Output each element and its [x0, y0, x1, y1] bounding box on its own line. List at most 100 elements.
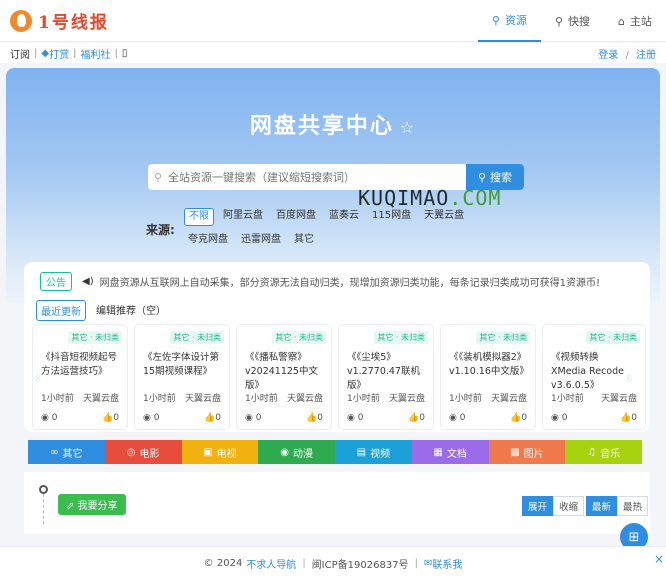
like-count[interactable]: 👍0	[408, 413, 425, 423]
source-option[interactable]: 百度网盘	[272, 208, 320, 226]
share-icon: ⬀	[66, 501, 78, 512]
icp-link[interactable]: 闽ICP备19026837号	[312, 556, 409, 571]
search-button-label: 搜索	[490, 171, 513, 184]
category-other[interactable]: ∞ 其它	[28, 440, 105, 464]
source-option[interactable]: 115网盘	[368, 208, 415, 226]
card-title[interactable]: 《《装机模拟器2》v1.10.16中文版》	[449, 351, 531, 379]
category-music[interactable]: ♫ 音乐	[565, 440, 642, 464]
card-disk: 天翼云盘	[184, 394, 221, 404]
tab-recent[interactable]: 最近更新	[36, 300, 86, 321]
reward-link[interactable]: 打赏	[49, 46, 69, 61]
source-option[interactable]: 不限	[184, 208, 214, 226]
nav-quick-search[interactable]: ⚲ 快搜	[541, 0, 604, 42]
view-count: ◉ 0	[551, 413, 567, 423]
site-link[interactable]: 不求人导航	[246, 556, 296, 571]
subscribe-link[interactable]: 订阅	[10, 46, 30, 61]
like-count[interactable]: 👍0	[204, 413, 221, 423]
like-count[interactable]: 👍0	[102, 413, 119, 423]
eye-icon: ◉	[551, 413, 559, 423]
view-count-value: 0	[51, 413, 58, 423]
resource-card[interactable]: 其它 · 未归类 《抖音短视频起号方法运营技巧》 1小时前 天翼云盘 ◉ 0 👍…	[32, 324, 128, 430]
notice-tag: 公告	[40, 272, 72, 291]
card-title[interactable]: 《《尘埃5》v1.2770.47联机版》	[347, 351, 429, 393]
home-icon: ⌂	[618, 14, 625, 28]
thumb-icon: 👍	[306, 413, 318, 423]
source-option[interactable]: 其它	[290, 232, 318, 248]
nav-quick-search-label: 快搜	[568, 15, 591, 28]
category-video[interactable]: ▤ 视频	[335, 440, 412, 464]
source-option[interactable]: 迅雷网盘	[237, 232, 285, 248]
resource-card[interactable]: 其它 · 未归类 《《尘埃5》v1.2770.47联机版》 1小时前 天翼云盘 …	[338, 324, 434, 430]
category-image[interactable]: ▩ 图片	[488, 440, 566, 464]
card-title[interactable]: 《左佐字体设计第15期视频课程》	[143, 351, 225, 379]
share-label: 我要分享	[77, 501, 118, 512]
expand-toggle: 展开 收缩	[522, 496, 585, 516]
phone-icon[interactable]: ▯	[122, 48, 128, 59]
benefit-link[interactable]: 福利社	[80, 46, 110, 61]
login-link[interactable]: 登录	[598, 50, 618, 61]
card-time: 1小时前	[449, 394, 482, 404]
view-count: ◉ 0	[143, 413, 159, 423]
like-count[interactable]: 👍0	[620, 413, 637, 423]
page-title: 网盘共享中心 ☆	[6, 108, 660, 140]
card-title[interactable]: 《《播私警察》v20241125中文版》	[245, 351, 327, 393]
sort-hottest-button[interactable]: 最热	[617, 496, 649, 516]
card-disk: 天翼云盘	[286, 394, 323, 404]
notice-text: 网盘资源从互联网上自动采集，部分资源无法自动归类，现增加资源归类功能，每条记录归…	[99, 278, 600, 289]
star-icon[interactable]: ☆	[400, 118, 416, 137]
nav-main-site[interactable]: ⌂ 主站	[604, 0, 666, 42]
document-icon: ▦	[433, 446, 443, 458]
source-option[interactable]: 阿里云盘	[219, 208, 267, 226]
card-title[interactable]: 《抖音短视频起号方法运营技巧》	[41, 351, 123, 379]
category-badge: 其它 · 未归类	[374, 331, 428, 344]
share-button[interactable]: ⬀ 我要分享	[58, 494, 126, 515]
eye-icon: ◉	[143, 413, 151, 423]
category-label: 图片	[523, 448, 544, 460]
card-title[interactable]: 《视频转换XMedia Recode v3.6.0.5》	[551, 351, 633, 393]
category-badge: 其它 · 未归类	[68, 331, 122, 344]
thumb-icon: 👍	[620, 413, 632, 423]
resource-card[interactable]: 其它 · 未归类 《左佐字体设计第15期视频课程》 1小时前 天翼云盘 ◉ 0 …	[134, 324, 230, 430]
divider: |	[114, 47, 118, 59]
nav-resources-label: 资源	[504, 14, 527, 27]
expand-button[interactable]: 展开	[522, 496, 554, 516]
speaker-icon: ◀)	[82, 276, 94, 287]
like-count[interactable]: 👍0	[510, 413, 527, 423]
close-icon[interactable]: ×	[654, 552, 664, 566]
category-label: 文档	[446, 448, 467, 460]
tab-editor-pick[interactable]: 编辑推荐（空）	[92, 300, 170, 321]
chevron-right-icon[interactable]: ›	[626, 368, 632, 387]
site-logo[interactable]: 1号线报	[10, 8, 109, 33]
resource-card[interactable]: 其它 · 未归类 《《播私警察》v20241125中文版》 1小时前 天翼云盘 …	[236, 324, 332, 430]
resource-icon: ⚲	[491, 13, 500, 27]
search-button-icon: ⚲	[477, 170, 487, 184]
like-count-value: 0	[317, 413, 323, 423]
image-icon: ▩	[510, 446, 520, 458]
view-count: ◉ 0	[41, 413, 57, 423]
timeline-section: ⬀ 我要分享 展开 收缩 最新 最热	[24, 472, 650, 534]
category-document[interactable]: ▦ 文档	[411, 440, 489, 464]
category-anime[interactable]: ◉ 动漫	[258, 440, 335, 464]
resource-card[interactable]: 其它 · 未归类 《《装机模拟器2》v1.10.16中文版》 1小时前 天翼云盘…	[440, 324, 536, 430]
view-count-value: 0	[357, 413, 364, 423]
contact-link[interactable]: 联系我	[432, 556, 462, 571]
card-carousel: 其它 · 未归类 《抖音短视频起号方法运营技巧》 1小时前 天翼云盘 ◉ 0 👍…	[32, 324, 666, 430]
register-link[interactable]: 注册	[636, 50, 656, 61]
headphones-icon: ♫	[587, 446, 597, 458]
source-option[interactable]: 蓝奏云	[325, 208, 363, 226]
source-option[interactable]: 天翼云盘	[420, 208, 468, 226]
category-movie[interactable]: ◎ 电影	[104, 440, 182, 464]
view-count-value: 0	[255, 413, 262, 423]
category-label: 其它	[62, 448, 83, 460]
like-count[interactable]: 👍0	[306, 413, 323, 423]
search-icon: ⚲	[554, 14, 564, 28]
card-disk: 天翼云盘	[600, 394, 637, 404]
category-tv[interactable]: ▣ 电视	[181, 440, 259, 464]
chevron-left-icon[interactable]: ‹	[34, 368, 40, 387]
collapse-button[interactable]: 收缩	[553, 496, 585, 516]
source-option[interactable]: 夸克网盘	[184, 232, 232, 248]
nav-resources[interactable]: ⚲ 资源	[477, 0, 541, 42]
sort-newest-button[interactable]: 最新	[586, 496, 618, 516]
view-count: ◉ 0	[449, 413, 465, 423]
logo-text: 1号线报	[38, 13, 109, 33]
